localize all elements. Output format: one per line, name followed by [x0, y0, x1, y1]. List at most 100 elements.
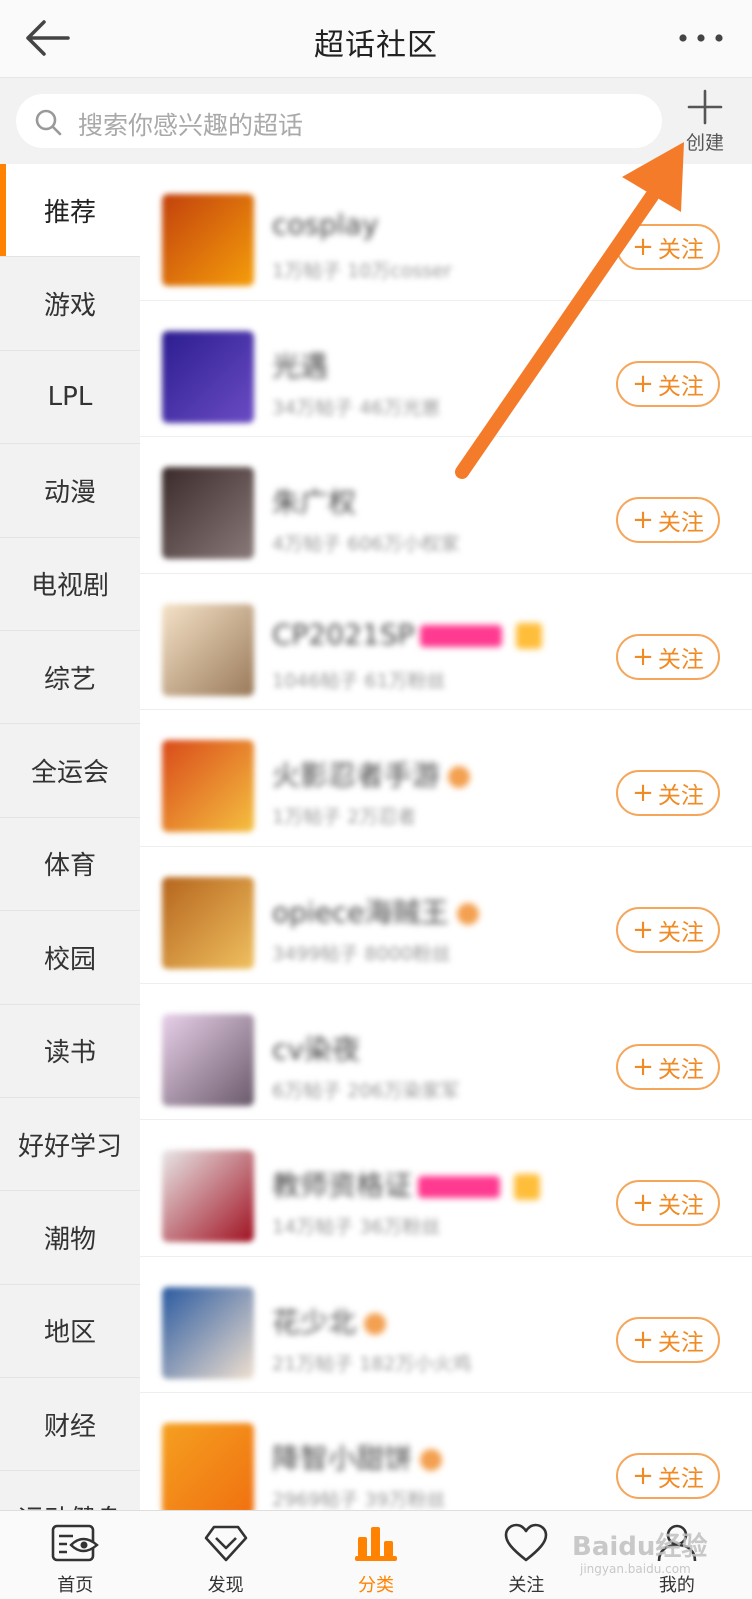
- tag-badge: [418, 1176, 501, 1199]
- plus-icon: +: [632, 232, 654, 262]
- topic-row[interactable]: 光遇 34万帖子 46万光崽 + 关注: [140, 300, 752, 438]
- sidebar-item[interactable]: 财经: [0, 1378, 140, 1472]
- topic-avatar[interactable]: [162, 330, 254, 423]
- topic-avatar[interactable]: [162, 1423, 254, 1510]
- search-icon: [35, 109, 62, 136]
- sidebar-item[interactable]: 运动健身: [0, 1471, 140, 1510]
- topic-row[interactable]: 朱广权 4万帖子 606万小权家 + 关注: [140, 437, 752, 574]
- sidebar-item[interactable]: 综艺: [0, 631, 140, 725]
- topic-name-line: CP2021SP: [272, 618, 543, 651]
- topic-name: 火影忍者手游: [272, 759, 441, 793]
- verified-badge: [420, 1449, 443, 1472]
- tab-discover[interactable]: 发现: [150, 1511, 300, 1599]
- follow-button[interactable]: + 关注: [616, 360, 720, 407]
- sidebar-item[interactable]: 电视剧: [0, 538, 140, 631]
- follow-button[interactable]: + 关注: [616, 633, 720, 680]
- verified-badge: [364, 1312, 387, 1335]
- category-sidebar: 推荐游戏LPL动漫电视剧综艺全运会体育校园读书好好学习潮物地区财经运动健身: [0, 164, 140, 1510]
- sidebar-item[interactable]: 推荐: [0, 164, 140, 258]
- topic-row[interactable]: 教师资格证 14万帖子 36万粉丝 + 关注: [140, 1120, 752, 1257]
- discover-diamond-icon: [204, 1525, 247, 1562]
- heart-icon: [505, 1523, 548, 1562]
- follow-label: 关注: [657, 783, 704, 810]
- topic-name: 光遇: [272, 349, 329, 383]
- topic-stats: 1万帖子 10万cosser: [272, 260, 452, 282]
- topic-name-line: 光遇: [272, 345, 328, 385]
- plus-icon: +: [632, 641, 654, 672]
- follow-label: 关注: [657, 510, 704, 537]
- follow-button[interactable]: + 关注: [616, 497, 720, 544]
- plus-icon: +: [632, 368, 654, 399]
- topic-row[interactable]: opiece海贼王 3499帖子 8000粉丝 + 关注: [140, 846, 752, 984]
- tab-category[interactable]: 分类: [301, 1511, 451, 1599]
- plus-icon: +: [632, 1188, 654, 1219]
- follow-button[interactable]: + 关注: [616, 770, 720, 817]
- search-input[interactable]: 搜索你感兴趣的超话: [16, 94, 662, 148]
- sidebar-item[interactable]: LPL: [0, 351, 140, 445]
- tag-badge: [514, 1174, 541, 1201]
- topic-avatar[interactable]: [162, 1013, 254, 1106]
- topic-avatar[interactable]: [162, 1286, 254, 1379]
- topic-name-line: 花少北: [272, 1301, 387, 1341]
- follow-button[interactable]: + 关注: [616, 1043, 720, 1090]
- create-button[interactable]: 创建: [672, 88, 742, 158]
- topic-row[interactable]: cv染夜 6万帖子 206万染家军 + 关注: [140, 983, 752, 1121]
- topic-name: cosplay: [272, 208, 379, 241]
- sidebar-item[interactable]: 好好学习: [0, 1098, 140, 1192]
- sidebar-item[interactable]: 体育: [0, 818, 140, 912]
- plus-icon: +: [632, 914, 654, 945]
- sidebar-item[interactable]: 地区: [0, 1285, 140, 1379]
- follow-label: 关注: [657, 1193, 704, 1220]
- topic-stats: 34万帖子 46万光崽: [272, 396, 441, 419]
- sidebar-item[interactable]: 动漫: [0, 444, 140, 538]
- topic-avatar[interactable]: [162, 740, 254, 833]
- follow-button[interactable]: + 关注: [616, 1453, 720, 1500]
- topic-row[interactable]: CP2021SP 1046帖子 61万粉丝 + 关注: [140, 573, 752, 711]
- plus-icon: +: [632, 505, 654, 536]
- topic-row[interactable]: cosplay 1万帖子 10万cosser + 关注: [140, 164, 752, 301]
- sidebar-item[interactable]: 全运会: [0, 724, 140, 818]
- follow-button[interactable]: + 关注: [616, 224, 720, 270]
- topic-stats: 14万帖子 36万粉丝: [272, 1216, 441, 1239]
- topic-name: 教师资格证: [272, 1169, 413, 1203]
- plus-icon: +: [632, 778, 654, 809]
- topic-row[interactable]: 火影忍者手游 1万帖子 2万忍者 + 关注: [140, 710, 752, 847]
- follow-button[interactable]: + 关注: [616, 1180, 720, 1227]
- plus-icon: +: [632, 1051, 654, 1082]
- topic-stats: 1万帖子 2万忍者: [272, 806, 417, 829]
- topic-name-line: opiece海贼王: [272, 891, 479, 931]
- create-label: 创建: [685, 132, 724, 154]
- follow-button[interactable]: + 关注: [616, 1316, 720, 1363]
- sidebar-item[interactable]: 校园: [0, 911, 140, 1005]
- tab-home[interactable]: 首页: [0, 1511, 150, 1599]
- topic-row[interactable]: 降智小甜饼 2969帖子 39万粉丝 + 关注: [140, 1393, 752, 1510]
- search-placeholder: 搜索你感兴趣的超话: [78, 111, 304, 140]
- follow-label: 关注: [657, 919, 704, 946]
- topic-avatar[interactable]: [162, 876, 254, 969]
- tag-badge: [516, 622, 543, 649]
- home-eye-icon: [51, 1524, 100, 1562]
- follow-label: 关注: [657, 1329, 704, 1356]
- topic-avatar[interactable]: [162, 1150, 254, 1243]
- follow-button[interactable]: + 关注: [616, 906, 720, 953]
- plus-icon: [687, 89, 723, 125]
- topic-avatar[interactable]: [162, 603, 254, 696]
- category-bars-icon: [355, 1527, 398, 1561]
- follow-label: 关注: [657, 1466, 704, 1493]
- watermark-url: jingyan.baidu.com: [580, 1562, 691, 1576]
- topic-avatar[interactable]: [162, 194, 254, 286]
- topic-row[interactable]: 花少北 21万帖子 182万小火鸡 + 关注: [140, 1256, 752, 1394]
- more-dots-icon[interactable]: [678, 33, 724, 43]
- sidebar-item[interactable]: 读书: [0, 1005, 140, 1098]
- tab-label: 分类: [358, 1575, 395, 1596]
- page-title: 超话社区: [314, 28, 438, 63]
- topic-stats: 4万帖子 606万小权家: [272, 533, 460, 556]
- sidebar-item[interactable]: 潮物: [0, 1191, 140, 1285]
- topic-name: opiece海贼王: [272, 895, 449, 929]
- top-bar: 超话社区: [0, 0, 752, 78]
- topic-name-line: 教师资格证: [272, 1164, 541, 1204]
- topic-avatar[interactable]: [162, 467, 254, 560]
- topic-name-line: cosplay: [272, 208, 378, 241]
- sidebar-item[interactable]: 游戏: [0, 257, 140, 351]
- topic-stats: 6万帖子 206万染家军: [272, 1079, 460, 1102]
